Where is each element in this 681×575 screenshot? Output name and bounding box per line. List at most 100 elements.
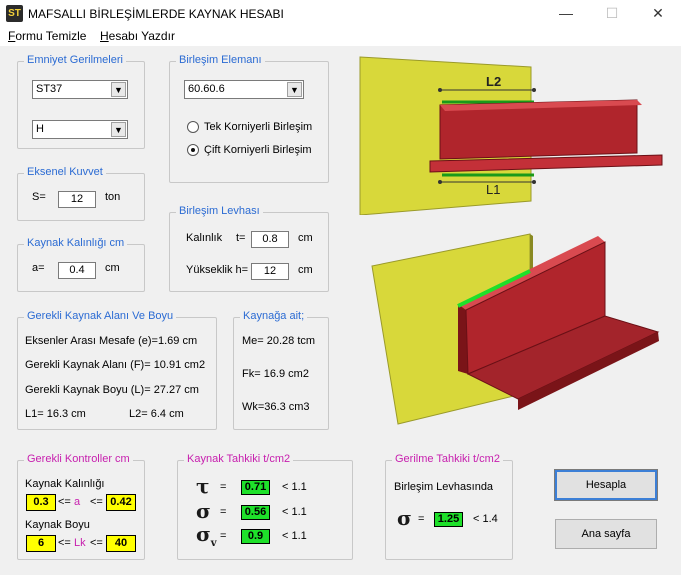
birlesim-levhasi-legend: Birleşim Levhası [176,205,263,217]
sigma-v-subscript: v [210,538,217,549]
kaynak-kalinligi-group: Kaynak Kalınlığı cm a= 0.4 cm [17,237,145,292]
axial-force-input[interactable]: 12 [58,191,96,208]
birlesim-elemani-legend: Birleşim Elemanı [176,54,265,66]
axial-force-label: S= [32,191,46,203]
me-text: Me= 20.28 tcm [242,335,316,347]
tau-symbol: τ [196,474,210,498]
boy-op1: <= [58,537,71,549]
boy-max-badge: 40 [106,535,136,552]
l2-diagram-label: L2 [486,74,501,89]
cift-korniyer-label: Çift Korniyerli Birleşim [204,144,312,156]
profile-select[interactable]: 60.60.6 ▼ [184,80,304,99]
connection-diagram-top: L2 L1 [358,55,667,216]
chevron-down-icon[interactable]: ▼ [111,122,126,137]
kontroller-legend: Gerekli Kontroller cm [24,453,133,465]
l1-text: L1= 16.3 cm [25,408,86,420]
eksenel-kuvvet-group: Eksenel Kuvvet S= 12 ton [17,166,145,221]
maximize-button[interactable]: ☐ [589,0,635,26]
kalinlik-max-badge: 0.42 [106,494,136,511]
gerekli-alan-legend: Gerekli Kaynak Alanı Ve Boyu [24,310,177,322]
app-icon: ST [6,5,23,22]
connection-diagram-3d [358,224,667,444]
tau-limit: < 1.1 [282,481,307,493]
ana-sayfa-button[interactable]: Ana sayfa [555,519,657,549]
weld-thickness-input[interactable]: 0.4 [58,262,96,279]
window-title: MAFSALLI BİRLEŞİMLERDE KAYNAK HESABI [28,7,284,21]
sigma-v-symbol: σv [196,522,217,549]
menu-formu-temizle[interactable]: Formu Temizle [8,29,86,43]
plate-thickness-input[interactable]: 0.8 [251,231,289,248]
l1-diagram-label: L1 [486,182,500,197]
eksenel-kuvvet-legend: Eksenel Kuvvet [24,166,106,178]
gusset-plate-angle-drawing: L2 L1 [359,56,663,216]
eksen-mesafe-text: Eksenler Arası Mesafe (e)=1.69 cm [25,335,198,347]
kaynak-tahkiki-group: Kaynak Tahkiki t/cm2 τ = 0.71 < 1.1 σ = … [177,453,353,560]
gerilme-label: Birleşim Levhasında [394,481,494,493]
close-button[interactable]: ✕ [635,0,681,26]
weld-thickness-unit: cm [105,262,120,274]
kaynak-kalinligi-legend: Kaynak Kalınlığı cm [24,237,128,249]
sigma-value-badge: 0.56 [241,505,270,520]
chevron-down-icon[interactable]: ▼ [287,82,302,97]
boy-var: Lk [74,537,86,549]
boy-control-label: Kaynak Boyu [25,519,90,531]
load-case-value: H [36,123,44,135]
plate-height-label: Yükseklik h= [186,264,249,276]
kalinlik-control-label: Kaynak Kalınlığı [25,478,105,490]
axial-force-unit: ton [105,191,121,203]
gerekli-kontroller-group: Gerekli Kontroller cm Kaynak Kalınlığı 0… [17,453,145,560]
sigma-eq: = [220,506,227,518]
gerilme-value-badge: 1.25 [434,512,463,527]
gerekli-alan-group: Gerekli Kaynak Alanı Ve Boyu Eksenler Ar… [17,310,217,430]
gerilme-sigma-symbol: σ [397,506,412,530]
kalinlik-op2: <= [90,496,103,508]
kaynak-boyu-text: Gerekli Kaynak Boyu (L)= 27.27 cm [25,384,199,396]
sigma-v-value-badge: 0.9 [241,529,270,544]
load-case-select[interactable]: H ▼ [32,120,128,139]
sigma-symbol: σ [196,499,211,523]
sigma-limit: < 1.1 [282,506,307,518]
sigma-v-eq: = [220,530,227,542]
plate-height-input[interactable]: 12 [251,263,289,280]
menu-hesabi-yazdir[interactable]: Hesabı Yazdır [100,29,175,43]
gerilme-eq: = [418,513,425,525]
client-area: Emniyet Gerilmeleri ST37 ▼ H ▼ Birleşim … [0,46,681,575]
steel-grade-select[interactable]: ST37 ▼ [32,80,128,99]
boy-op2: <= [90,537,103,549]
kaynak-tahkiki-legend: Kaynak Tahkiki t/cm2 [184,453,294,465]
birlesim-levhasi-group: Birleşim Levhası Kalınlık t= 0.8 cm Yüks… [169,205,329,292]
weld-thickness-label: a= [32,262,45,274]
birlesim-elemani-group: Birleşim Elemanı 60.60.6 ▼ Tek Korniyerl… [169,54,329,183]
sigma-v-limit: < 1.1 [282,530,307,542]
emniyet-group: Emniyet Gerilmeleri ST37 ▼ H ▼ [17,54,145,149]
tau-eq: = [220,481,227,493]
gerilme-limit: < 1.4 [473,513,498,525]
kalinlik-var: a [74,496,81,508]
isometric-angle-drawing [371,233,660,425]
plate-height-unit: cm [298,264,313,276]
plate-thickness-unit: cm [298,232,313,244]
hesapla-button[interactable]: Hesapla [554,469,658,501]
tau-value-badge: 0.71 [241,480,270,495]
kalinlik-min-badge: 0.3 [26,494,56,511]
gerilme-tahkiki-legend: Gerilme Tahkiki t/cm2 [392,453,503,465]
plate-thickness-var: t= [236,232,246,244]
minimize-button[interactable]: — [543,0,589,26]
tek-korniyer-label: Tek Korniyerli Birleşim [204,121,313,133]
profile-value: 60.60.6 [188,83,225,95]
steel-grade-value: ST37 [36,83,63,95]
radio-tek-korniyer[interactable] [187,121,199,133]
gerilme-tahkiki-group: Gerilme Tahkiki t/cm2 Birleşim Levhasınd… [385,453,513,560]
title-bar: ST MAFSALLI BİRLEŞİMLERDE KAYNAK HESABI … [0,0,681,26]
wk-text: Wk=36.3 cm3 [242,401,310,413]
chevron-down-icon[interactable]: ▼ [111,82,126,97]
radio-cift-korniyer[interactable] [187,144,199,156]
boy-min-badge: 6 [26,535,56,552]
plate-thickness-label: Kalınlık [186,232,223,244]
fk-text: Fk= 16.9 cm2 [242,368,309,380]
menu-bar: Formu Temizle Hesabı Yazdır [0,26,681,46]
l2-text: L2= 6.4 cm [129,408,184,420]
kalinlik-op1: <= [58,496,71,508]
kaynak-alani-text: Gerekli Kaynak Alanı (F)= 10.91 cm2 [25,359,206,371]
kaynaga-ait-group: Kaynağa ait; Me= 20.28 tcm Fk= 16.9 cm2 … [233,310,329,430]
